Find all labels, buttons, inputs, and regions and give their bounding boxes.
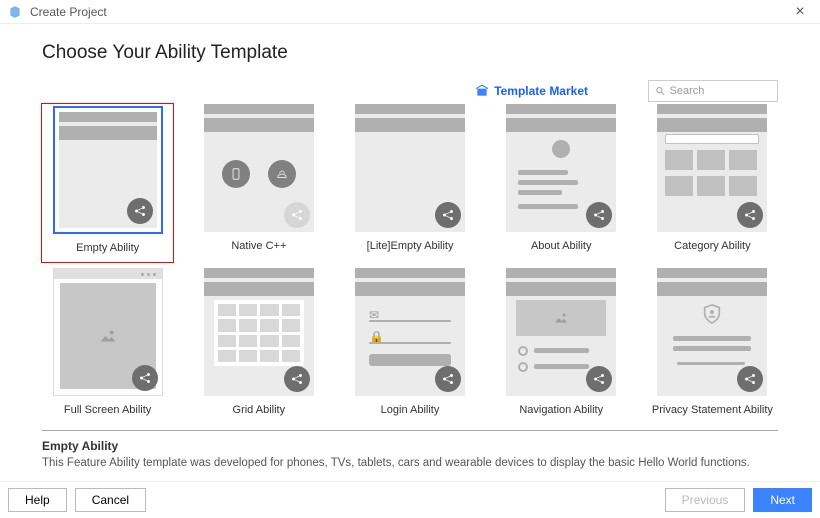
share-icon bbox=[284, 202, 310, 228]
close-button[interactable]: × bbox=[788, 3, 812, 21]
template-card-about-ability[interactable]: About Ability bbox=[496, 104, 627, 262]
share-icon bbox=[586, 202, 612, 228]
template-label: About Ability bbox=[531, 240, 592, 252]
help-button[interactable]: Help bbox=[8, 488, 67, 512]
template-card-privacy-statement-ability[interactable]: Privacy Statement Ability bbox=[647, 268, 778, 424]
cancel-button[interactable]: Cancel bbox=[75, 488, 146, 512]
template-label: Login Ability bbox=[381, 404, 440, 416]
previous-button: Previous bbox=[665, 488, 746, 512]
share-icon bbox=[435, 366, 461, 392]
share-icon bbox=[127, 198, 153, 224]
share-icon bbox=[284, 366, 310, 392]
template-card-grid-ability[interactable]: Grid Ability bbox=[193, 268, 324, 424]
template-card-category-ability[interactable]: Category Ability bbox=[647, 104, 778, 262]
share-icon bbox=[586, 366, 612, 392]
window-title: Create Project bbox=[30, 5, 107, 19]
share-icon bbox=[132, 365, 158, 391]
template-label: Category Ability bbox=[674, 240, 750, 252]
template-label: Empty Ability bbox=[76, 242, 139, 254]
template-card-native-cpp[interactable]: ⇄ Native C++ bbox=[193, 104, 324, 262]
template-card-login-ability[interactable]: ✉ 🔒 Login Ability bbox=[344, 268, 475, 424]
template-label: Native C++ bbox=[231, 240, 286, 252]
template-label: Grid Ability bbox=[233, 404, 286, 416]
template-label: Privacy Statement Ability bbox=[652, 404, 773, 416]
template-card-lite-empty-ability[interactable]: [Lite]Empty Ability bbox=[344, 104, 475, 262]
share-icon bbox=[737, 202, 763, 228]
selected-template-title: Empty Ability bbox=[42, 439, 778, 453]
share-icon bbox=[435, 202, 461, 228]
template-card-empty-ability[interactable]: Empty Ability bbox=[42, 104, 173, 262]
template-label: Navigation Ability bbox=[519, 404, 603, 416]
search-input-wrap[interactable] bbox=[648, 80, 778, 102]
template-label: [Lite]Empty Ability bbox=[367, 240, 454, 252]
template-card-full-screen-ability[interactable]: Full Screen Ability bbox=[42, 268, 173, 424]
search-icon bbox=[655, 85, 666, 97]
template-market-link[interactable]: Template Market bbox=[475, 84, 588, 98]
app-logo-icon bbox=[8, 4, 24, 20]
template-card-navigation-ability[interactable]: Navigation Ability bbox=[496, 268, 627, 424]
share-icon bbox=[737, 366, 763, 392]
search-input[interactable] bbox=[670, 85, 772, 97]
template-label: Full Screen Ability bbox=[64, 404, 151, 416]
market-icon bbox=[475, 84, 489, 98]
page-title: Choose Your Ability Template bbox=[42, 42, 778, 64]
selected-template-description: This Feature Ability template was develo… bbox=[42, 457, 778, 469]
next-button[interactable]: Next bbox=[753, 488, 812, 512]
